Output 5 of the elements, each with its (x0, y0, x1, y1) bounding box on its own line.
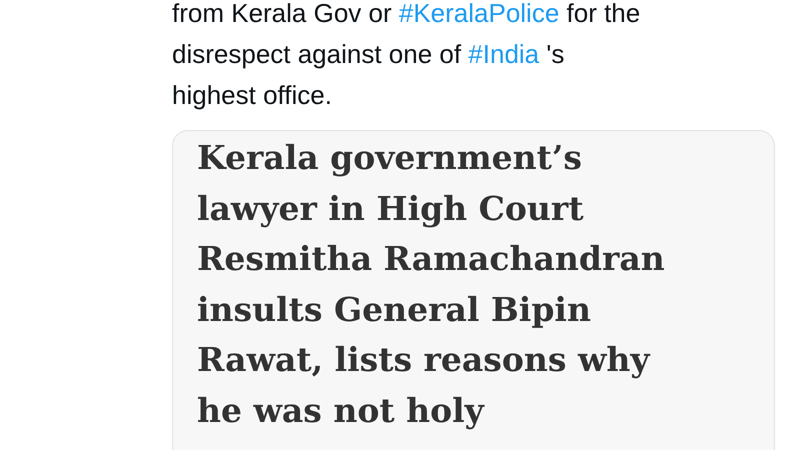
article-headline: Kerala government’s lawyer in High Court Resmitha Ramachandran insults General Bipin Rawat, lists reasons why he was not holy (197, 137, 666, 432)
link-preview-card[interactable]: Kerala government’s lawyer in High Court Resmitha Ramachandran insults General Bipin Rawat, lists reasons why he was not holy (172, 130, 775, 450)
hashtag-link[interactable]: #India (468, 39, 540, 69)
hashtag-link[interactable]: #KeralaPolice (398, 0, 560, 28)
tweet-text: from Kerala Gov or #KeralaPolice for the disrespect against one of #India 's highest office. (172, 0, 642, 112)
